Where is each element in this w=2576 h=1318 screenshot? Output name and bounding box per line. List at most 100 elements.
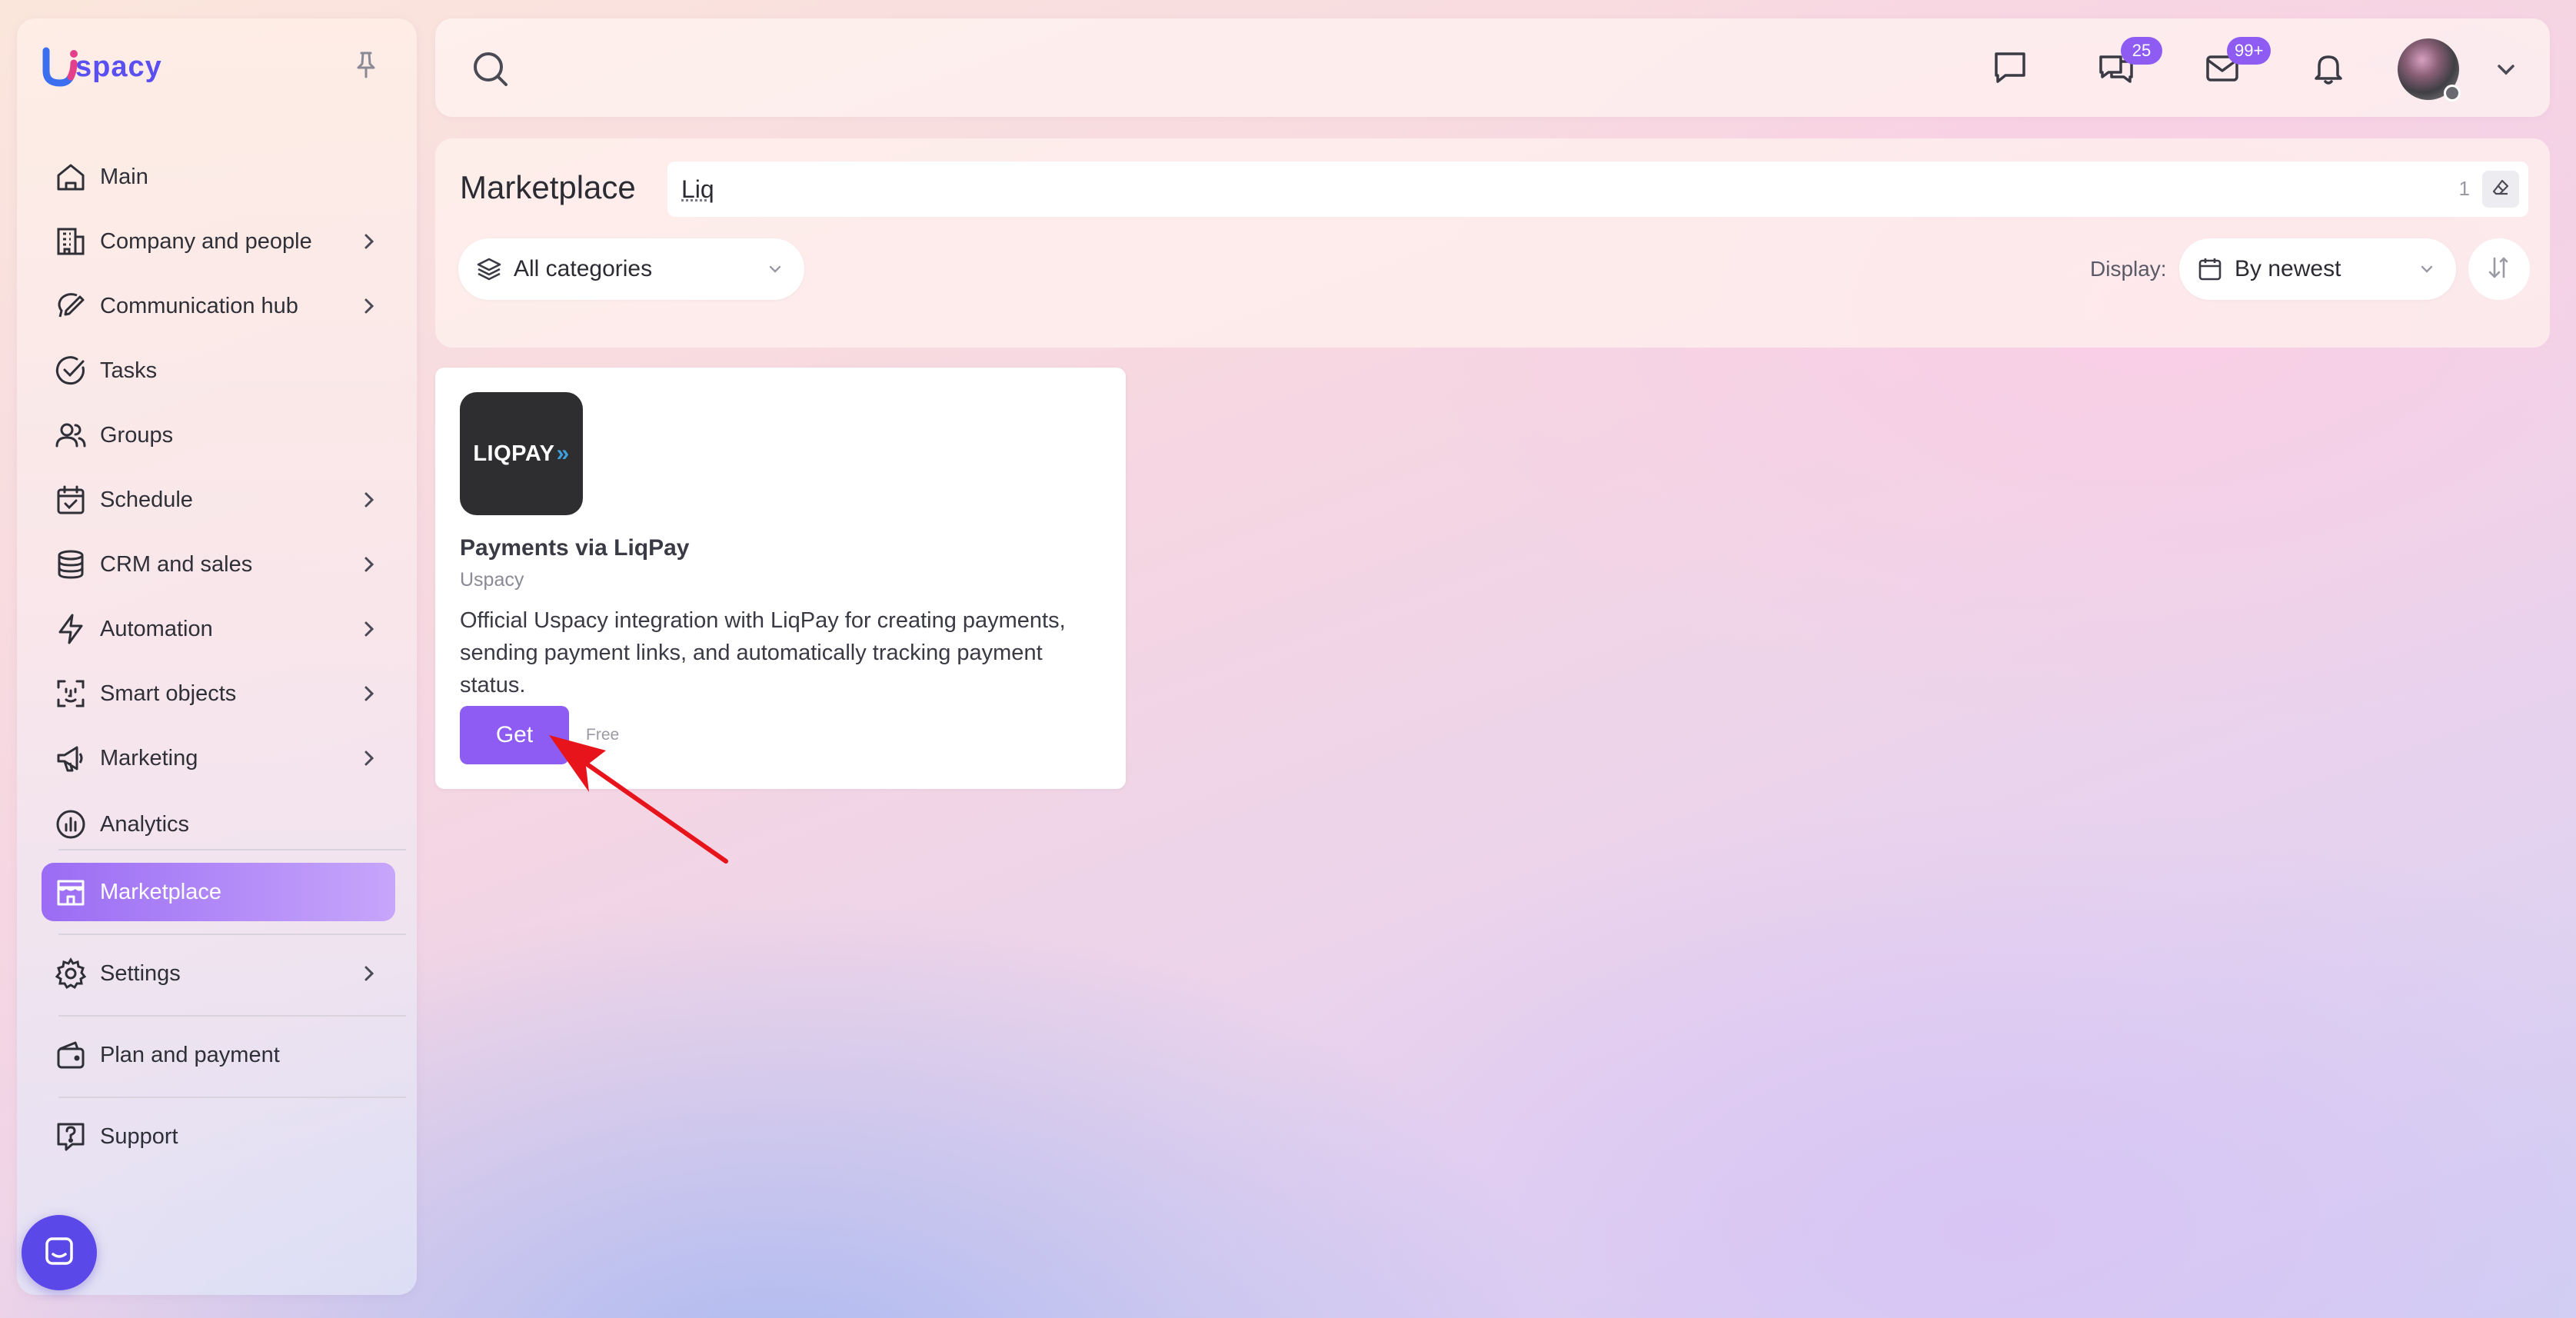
wallet-icon [52, 1037, 89, 1073]
chevron-right-icon [357, 681, 381, 706]
app-title[interactable]: Payments via LiqPay [460, 535, 689, 561]
sidebar-item-schedule[interactable]: Schedule [42, 471, 395, 529]
message-square-icon [1992, 49, 2029, 90]
chats-button[interactable]: 25 [2093, 37, 2162, 92]
get-button[interactable]: Get [460, 706, 569, 764]
logo[interactable]: spacy [40, 46, 162, 88]
sidebar-item-main[interactable]: Main [42, 148, 395, 206]
app-description: Official Uspacy integration with LiqPay … [460, 608, 1066, 697]
store-icon [52, 874, 89, 910]
sidebar-item-smart-objects[interactable]: Smart objects [42, 664, 395, 723]
sidebar-item-label: Marketing [100, 745, 198, 770]
top-bar: 25 99+ [435, 18, 2550, 117]
sidebar-item-communication-hub[interactable]: Communication hub [42, 277, 395, 335]
display-label: Display: [2090, 257, 2167, 281]
sort-descending-icon [2485, 254, 2513, 285]
search-icon[interactable] [471, 49, 511, 89]
help-icon [52, 1118, 89, 1155]
sidebar: spacy Main Company and people Communicat… [17, 18, 417, 1295]
logo-text: spacy [75, 50, 162, 83]
sidebar-item-label: Main [100, 164, 148, 189]
home-icon [52, 158, 89, 195]
coins-icon [52, 546, 89, 583]
chevron-down-icon [766, 260, 784, 278]
divider [58, 1097, 406, 1098]
check-circle-icon [52, 352, 89, 389]
sidebar-item-settings[interactable]: Settings [42, 944, 395, 1003]
page-title: Marketplace [460, 169, 636, 205]
sidebar-item-label: Groups [100, 422, 174, 448]
bell-icon [2310, 49, 2347, 90]
status-indicator [2444, 85, 2461, 102]
chevron-right-icon [357, 961, 381, 986]
sidebar-item-marketplace[interactable]: Marketplace [42, 863, 395, 921]
lightning-icon [52, 611, 89, 647]
sidebar-item-label: Support [100, 1123, 178, 1149]
notifications-button[interactable] [2305, 46, 2351, 92]
clear-search-button[interactable] [2482, 171, 2519, 208]
sidebar-item-plan-payment[interactable]: Plan and payment [42, 1026, 395, 1084]
sidebar-item-support[interactable]: Support [42, 1107, 395, 1166]
sidebar-item-analytics[interactable]: Analytics [42, 795, 395, 854]
logo-arrows: » [556, 441, 570, 466]
logo-text: LIQPAY [473, 441, 555, 466]
divider [58, 1015, 406, 1017]
sidebar-item-groups[interactable]: Groups [42, 406, 395, 464]
scan-face-icon [52, 675, 89, 712]
sidebar-item-label: CRM and sales [100, 551, 253, 577]
sidebar-item-label: Communication hub [100, 293, 298, 318]
chat-edit-icon [52, 288, 89, 325]
app-price: Free [586, 726, 620, 744]
uspacy-logo-icon [40, 46, 80, 88]
chevron-right-icon [357, 229, 381, 254]
mail-badge: 99+ [2227, 37, 2271, 65]
sort-direction-button[interactable] [2468, 238, 2530, 300]
sidebar-item-label: Tasks [100, 358, 158, 383]
eraser-icon [2491, 178, 2511, 201]
marketplace-header: Marketplace 1 All categories Display: By… [435, 138, 2550, 348]
sidebar-item-automation[interactable]: Automation [42, 600, 395, 658]
sidebar-item-label: Plan and payment [100, 1042, 280, 1067]
chat-widget-icon [41, 1233, 78, 1273]
sidebar-item-label: Marketplace [100, 879, 221, 904]
gear-icon [52, 955, 89, 992]
chat-widget-button[interactable] [22, 1215, 97, 1290]
divider [58, 934, 406, 935]
messages-button[interactable] [1987, 46, 2033, 92]
search-result-count: 1 [2458, 177, 2470, 200]
app-card[interactable]: LIQPAY» Payments via LiqPay Uspacy Offic… [435, 368, 1126, 789]
app-vendor: Uspacy [460, 569, 524, 591]
sidebar-item-label: Analytics [100, 811, 190, 837]
liqpay-logo: LIQPAY» [460, 392, 583, 515]
pin-icon[interactable] [351, 49, 381, 80]
divider [58, 849, 406, 850]
chart-pie-icon [52, 806, 89, 843]
chats-badge: 25 [2121, 37, 2162, 65]
chevron-right-icon [357, 552, 381, 577]
chevron-right-icon [357, 617, 381, 641]
calendar-icon [2196, 255, 2224, 283]
sidebar-item-tasks[interactable]: Tasks [42, 341, 395, 400]
category-filter-dropdown[interactable]: All categories [458, 238, 804, 300]
sidebar-item-marketing[interactable]: Marketing [42, 729, 395, 787]
sidebar-item-crm[interactable]: CRM and sales [42, 535, 395, 594]
chevron-right-icon [357, 488, 381, 512]
chevron-down-icon [2418, 260, 2436, 278]
megaphone-icon [52, 740, 89, 777]
building-icon [52, 223, 89, 260]
sidebar-item-label: Automation [100, 616, 213, 641]
mail-button[interactable]: 99+ [2199, 37, 2271, 92]
sidebar-item-label: Smart objects [100, 681, 237, 706]
sort-label: By newest [2235, 256, 2341, 281]
sidebar-item-label: Company and people [100, 228, 312, 254]
sort-dropdown[interactable]: By newest [2179, 238, 2456, 300]
chevron-down-icon[interactable] [2493, 57, 2519, 83]
users-icon [52, 417, 89, 454]
sidebar-item-label: Schedule [100, 487, 193, 512]
calendar-check-icon [52, 481, 89, 518]
sidebar-item-label: Settings [100, 960, 181, 986]
chevron-right-icon [357, 746, 381, 770]
sidebar-item-company[interactable]: Company and people [42, 212, 395, 271]
search-input[interactable] [681, 172, 2373, 206]
category-filter-label: All categories [514, 256, 653, 281]
